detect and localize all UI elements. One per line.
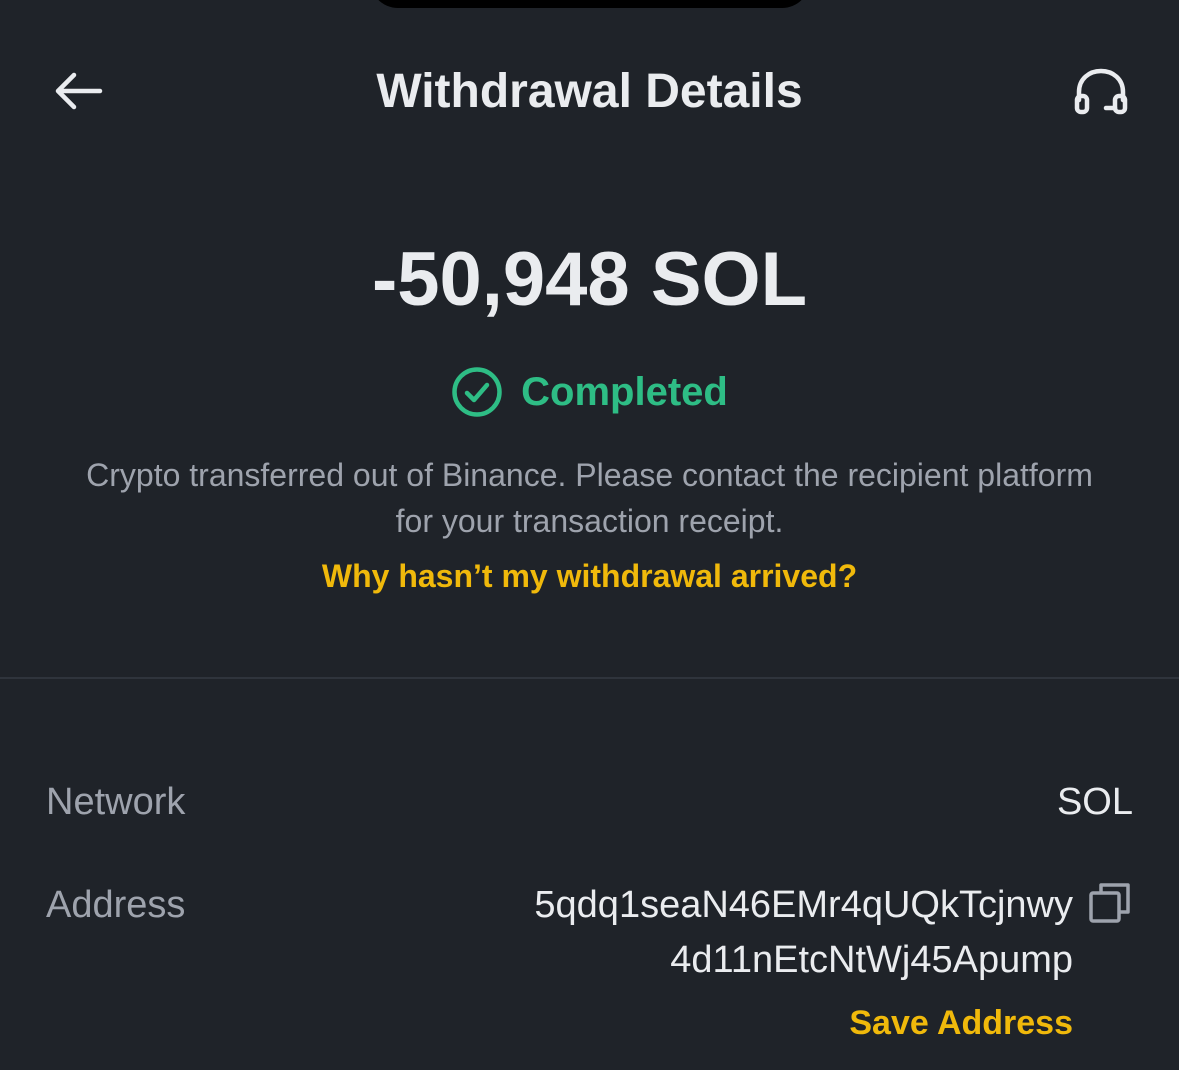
section-divider xyxy=(0,677,1179,679)
check-circle-icon xyxy=(452,367,502,417)
status-description: Crypto transferred out of Binance. Pleas… xyxy=(86,457,1093,539)
save-address-link[interactable]: Save Address xyxy=(849,1000,1073,1046)
withdrawal-help-link[interactable]: Why hasn’t my withdrawal arrived? xyxy=(0,553,1179,599)
copy-address-button[interactable] xyxy=(1088,881,1132,925)
copy-icon xyxy=(1089,883,1130,923)
device-notch xyxy=(370,0,810,8)
address-value-line1: 5qdq1seaN46EMr4qUQkTcjnwy xyxy=(534,884,1073,926)
network-value: SOL xyxy=(1056,781,1133,823)
support-button[interactable] xyxy=(1070,66,1132,120)
withdrawal-amount: -50,948 SOL xyxy=(371,237,808,322)
address-label: Address xyxy=(46,884,186,926)
status-row: Completed xyxy=(0,366,1179,418)
network-label: Network xyxy=(46,781,186,823)
address-value-line2: 4d11nEtcNtWj45Apump xyxy=(670,939,1073,981)
headset-icon xyxy=(1074,68,1128,115)
status-label: Completed xyxy=(521,370,728,414)
page-title: Withdrawal Details xyxy=(376,65,803,118)
